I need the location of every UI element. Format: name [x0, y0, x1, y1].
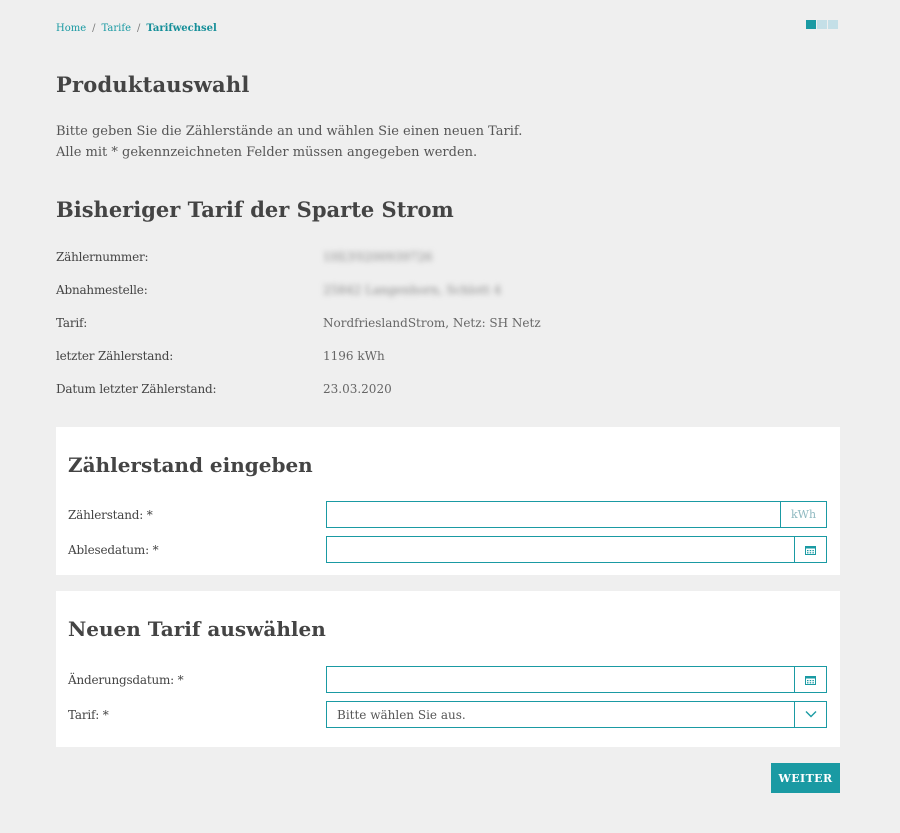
- info-value: 1196 kWh: [323, 349, 385, 363]
- unit-addon: kWh: [780, 502, 826, 527]
- info-row-tariff: Tarif: NordfrieslandStrom, Netz: SH Netz: [56, 316, 616, 349]
- tariff-select-label: Tarif: *: [68, 707, 109, 722]
- meter-reading-card: Zählerstand eingeben Zählerstand: * kWh …: [56, 427, 840, 575]
- info-row-delivery-point: Abnahmestelle: 25842 Langenhorn, Schlott…: [56, 283, 616, 316]
- tariff-dropdown-toggle[interactable]: [794, 702, 826, 727]
- step-3: [828, 20, 838, 29]
- intro-line-2: Alle mit * gekennzeichneten Felder müsse…: [56, 145, 478, 160]
- meter-reading-title: Zählerstand eingeben: [68, 453, 313, 477]
- change-date-input[interactable]: [327, 667, 794, 692]
- change-date-label: Änderungsdatum: *: [68, 672, 184, 687]
- breadcrumb-current: Tarifwechsel: [146, 23, 217, 34]
- step-1: [806, 20, 816, 29]
- reading-date-row: Ablesedatum: *: [68, 536, 827, 563]
- change-date-row: Änderungsdatum: *: [68, 666, 827, 693]
- info-value: NordfrieslandStrom, Netz: SH Netz: [323, 316, 541, 330]
- page-title: Produktauswahl: [56, 72, 250, 97]
- info-value: 1HLY0200939726: [323, 250, 433, 264]
- tariff-select[interactable]: Bitte wählen Sie aus.: [326, 701, 827, 728]
- info-value: 23.03.2020: [323, 382, 392, 396]
- meter-reading-label: Zählerstand: *: [68, 507, 153, 522]
- reading-date-calendar-button[interactable]: [794, 537, 826, 562]
- reading-date-label: Ablesedatum: *: [68, 542, 159, 557]
- breadcrumb-separator: /: [92, 23, 96, 34]
- info-row-last-reading: letzter Zählerstand: 1196 kWh: [56, 349, 616, 382]
- change-date-calendar-button[interactable]: [794, 667, 826, 692]
- intro-line-1: Bitte geben Sie die Zählerstände an und …: [56, 124, 523, 139]
- meter-reading-row: Zählerstand: * kWh: [68, 501, 827, 528]
- change-date-field: [326, 666, 827, 693]
- breadcrumb-tarife-link[interactable]: Tarife: [102, 23, 131, 34]
- breadcrumb-home-link[interactable]: Home: [56, 23, 86, 34]
- calendar-icon: [805, 545, 816, 555]
- tariff-select-value: Bitte wählen Sie aus.: [337, 707, 466, 722]
- meter-reading-input[interactable]: [327, 502, 780, 527]
- info-label: Zählernummer:: [56, 250, 149, 264]
- tariff-select-row: Tarif: * Bitte wählen Sie aus.: [68, 701, 827, 728]
- info-row-meter-number: Zählernummer: 1HLY0200939726: [56, 250, 616, 283]
- info-label: Abnahmestelle:: [56, 283, 148, 297]
- info-row-last-reading-date: Datum letzter Zählerstand: 23.03.2020: [56, 382, 616, 415]
- next-button[interactable]: WEITER: [771, 763, 840, 793]
- step-indicator: [806, 20, 838, 29]
- chevron-down-icon: [805, 708, 817, 721]
- info-value: 25842 Langenhorn, Schlott 4: [323, 283, 502, 297]
- step-2: [817, 20, 827, 29]
- info-label: Tarif:: [56, 316, 88, 330]
- info-label: Datum letzter Zählerstand:: [56, 382, 217, 396]
- reading-date-input[interactable]: [327, 537, 794, 562]
- new-tariff-card: Neuen Tarif auswählen Änderungsdatum: *: [56, 591, 840, 747]
- breadcrumb-separator: /: [136, 23, 141, 34]
- current-tariff-title: Bisheriger Tarif der Sparte Strom: [56, 197, 454, 222]
- reading-date-field: [326, 536, 827, 563]
- meter-reading-field: kWh: [326, 501, 827, 528]
- current-tariff-details: Zählernummer: 1HLY0200939726 Abnahmestel…: [56, 250, 616, 415]
- breadcrumb: Home / Tarife / Tarifwechsel: [56, 23, 217, 34]
- new-tariff-title: Neuen Tarif auswählen: [68, 617, 326, 641]
- info-label: letzter Zählerstand:: [56, 349, 174, 363]
- intro-text: Bitte geben Sie die Zählerstände an und …: [56, 121, 522, 163]
- calendar-icon: [805, 675, 816, 685]
